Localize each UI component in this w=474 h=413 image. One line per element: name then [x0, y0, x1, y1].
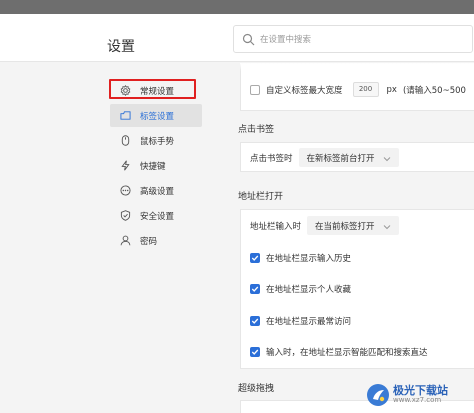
highlight-annotation-box — [109, 79, 196, 99]
scroll-fade — [240, 63, 474, 71]
option-label: 在地址栏显示个人收藏 — [266, 285, 352, 295]
address-bar-input-label: 地址栏输入时 — [250, 221, 302, 232]
chevron-down-icon — [383, 155, 391, 161]
page-title: 设置 — [107, 39, 135, 55]
search-icon — [242, 33, 255, 46]
sidebar-item-mouse-gestures[interactable]: 鼠标手势 — [110, 129, 202, 152]
user-icon — [120, 235, 131, 246]
sidebar-item-label: 安全设置 — [140, 211, 175, 222]
address-bar-input-row: 地址栏输入时 在当前标签打开 — [250, 216, 399, 235]
address-bar-option-row[interactable]: 在地址栏显示最常访问 — [250, 315, 351, 327]
watermark-logo-icon — [367, 384, 389, 406]
search-box[interactable] — [233, 25, 473, 53]
address-bar-option-row[interactable]: 在地址栏显示个人收藏 — [250, 283, 351, 295]
sidebar-item-label: 高级设置 — [140, 186, 175, 197]
address-bar-open-select[interactable]: 在当前标签打开 — [307, 216, 399, 235]
watermark-sub-text: www.xz7.com — [393, 396, 442, 405]
bookmark-click-select[interactable]: 在新标签前台打开 — [298, 148, 399, 167]
search-input[interactable] — [260, 30, 465, 50]
tab-width-checkbox[interactable] — [250, 84, 260, 95]
sidebar-item-label: 快捷键 — [140, 161, 166, 172]
checkbox-smart-match[interactable] — [250, 347, 260, 357]
site-watermark: 极光下载站 www.xz7.com — [367, 380, 472, 410]
address-bar-card: 地址栏输入时 在当前标签打开 在地址栏显示输入历史 在地址栏显示个人收藏 在地址… — [240, 209, 474, 369]
tab-icon — [120, 110, 131, 121]
shield-icon — [120, 210, 131, 221]
sidebar-item-label: 密码 — [140, 236, 158, 247]
bookmark-click-row: 点击书签时 在新标签前台打开 — [250, 148, 399, 167]
super-drag-section-title: 超级拖拽 — [238, 384, 275, 394]
checkbox-history[interactable] — [250, 253, 260, 263]
tab-width-hint: (请输入50~500 — [402, 85, 466, 96]
tab-width-row: 自定义标签最大宽度 200 px (请输入50~500 — [250, 82, 466, 97]
mouse-icon — [120, 135, 131, 146]
sidebar-item-shortcuts[interactable]: 快捷键 — [110, 154, 202, 177]
option-label: 在地址栏显示输入历史 — [266, 254, 352, 264]
chevron-down-icon — [383, 223, 391, 229]
sidebar-item-passwords[interactable]: 密码 — [110, 229, 202, 252]
bookmark-click-section-title: 点击书签 — [238, 125, 275, 135]
watermark-text: 极光下载站 www.xz7.com — [393, 385, 448, 405]
settings-header: 设置 — [0, 14, 474, 62]
bookmark-click-label: 点击书签时 — [250, 153, 293, 164]
option-label: 在地址栏显示最常访问 — [266, 317, 352, 327]
tab-width-unit: px — [386, 84, 397, 95]
sidebar-item-label: 标签设置 — [140, 111, 175, 122]
sidebar-item-security[interactable]: 安全设置 — [110, 204, 202, 227]
lightning-icon — [120, 160, 131, 171]
option-label: 输入时，在地址栏显示智能匹配和搜索直达 — [266, 348, 428, 358]
sidebar-item-advanced[interactable]: 高级设置 — [110, 179, 202, 202]
address-bar-option-row[interactable]: 输入时，在地址栏显示智能匹配和搜索直达 — [250, 346, 428, 358]
bookmark-click-card: 点击书签时 在新标签前台打开 — [240, 142, 474, 172]
window-top-bar — [0, 0, 474, 14]
sidebar-item-tabs[interactable]: 标签设置 — [110, 104, 202, 127]
select-value: 在当前标签打开 — [315, 221, 375, 232]
select-value: 在新标签前台打开 — [306, 153, 375, 164]
sidebar-item-label: 鼠标手势 — [140, 136, 175, 147]
tab-width-label: 自定义标签最大宽度 — [266, 85, 343, 96]
tab-width-input[interactable]: 200 — [352, 82, 379, 97]
address-bar-section-title: 地址栏打开 — [238, 192, 284, 202]
address-bar-option-row[interactable]: 在地址栏显示输入历史 — [250, 252, 351, 264]
checkbox-most-visited[interactable] — [250, 316, 260, 326]
checkbox-favorites[interactable] — [250, 284, 260, 294]
more-dots-icon — [120, 185, 131, 196]
